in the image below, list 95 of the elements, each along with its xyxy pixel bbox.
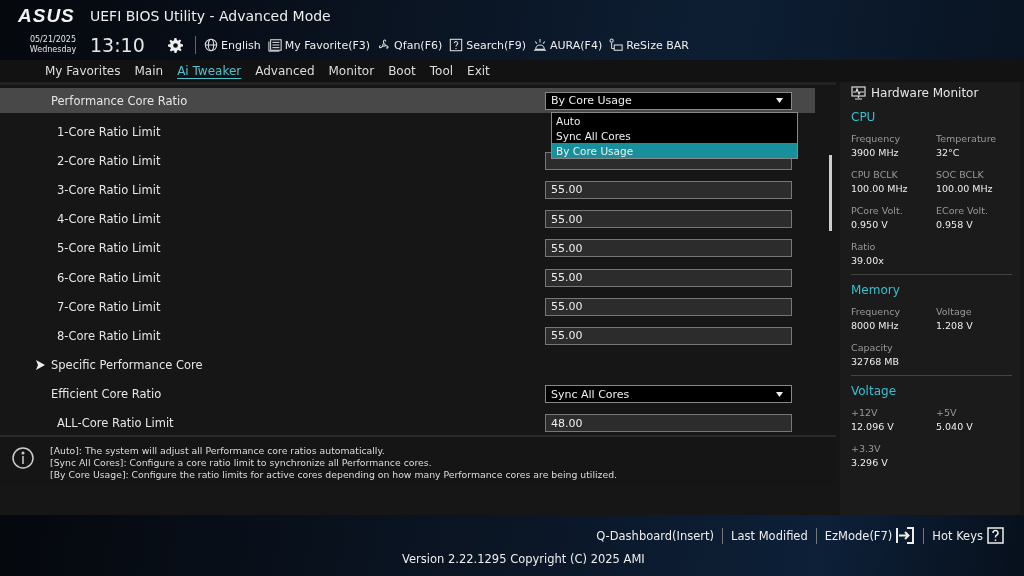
help-text: [Auto]: The system will adjust all Performance core ratios automatically.: [50, 445, 386, 457]
reading-value: 8000 MHz: [851, 319, 900, 333]
reading-label: Ratio: [851, 240, 877, 254]
footer-button[interactable]: Last Modified: [723, 528, 816, 543]
menu-tab[interactable]: Monitor: [321, 62, 382, 80]
arrow-icon: [36, 360, 45, 371]
reading-value: 1.208 V: [936, 319, 974, 333]
menu-tab[interactable]: Boot: [381, 62, 423, 80]
reading-value: 5.040 V: [936, 420, 974, 434]
reading-value: 0.958 V: [936, 218, 974, 232]
reading-label: +3.3V: [851, 442, 882, 456]
list-icon: [267, 38, 282, 52]
reading-value: 39.00x: [851, 254, 885, 268]
dropdown-option[interactable]: Auto: [552, 113, 797, 128]
reading-label: SOC BCLK: [936, 168, 985, 182]
setting-label[interactable]: 8-Core Ratio Limit: [57, 328, 545, 343]
help-text: [Sync All Cores]: Configure a core ratio limit to synchronize all Performance cores.: [50, 457, 433, 469]
weekday: Wednesday: [29, 45, 77, 55]
setting-label[interactable]: Efficient Core Ratio: [51, 387, 545, 402]
section-title: Memory: [851, 283, 901, 297]
globe-icon: [204, 38, 218, 52]
section-title: CPU: [851, 110, 877, 124]
input-field[interactable]: 55.00: [545, 180, 792, 199]
reading-label: PCore Volt.: [851, 204, 904, 218]
logo: ASUS: [18, 5, 72, 27]
footer-button[interactable]: Q-Dashboard(Insert): [588, 528, 723, 543]
settings-icon[interactable]: [168, 37, 183, 53]
dropdown[interactable]: Sync All Cores: [545, 385, 792, 404]
reading-label: Capacity: [851, 341, 894, 355]
setting-label[interactable]: 6-Core Ratio Limit: [57, 270, 545, 285]
reading-value: 32768 MB: [851, 355, 900, 369]
setting-label[interactable]: 1-Core Ratio Limit: [57, 124, 545, 139]
menu-tab[interactable]: My Favorites: [38, 62, 128, 80]
footer-button[interactable]: Hot Keys: [924, 527, 1014, 544]
menu-tab[interactable]: Advanced: [248, 62, 322, 80]
panel-title: Hardware Monitor: [871, 86, 979, 100]
reading-label: CPU BCLK: [851, 168, 899, 182]
reading-value: 0.950 V: [851, 218, 889, 232]
light-icon: [532, 38, 547, 52]
input-field[interactable]: 55.00: [545, 297, 792, 316]
setting-label[interactable]: Performance Core Ratio: [51, 93, 545, 108]
reading-label: Temperature: [936, 132, 998, 146]
dropdown-option[interactable]: Sync All Cores: [552, 128, 797, 143]
reading-label: +5V: [936, 406, 958, 420]
toolbar-button[interactable]: My Favorite(F3): [267, 38, 371, 52]
dropdown[interactable]: By Core Usage: [545, 91, 792, 110]
setting-label[interactable]: 4-Core Ratio Limit: [57, 212, 545, 227]
card-icon: [609, 38, 624, 52]
reading-label: Frequency: [851, 132, 902, 146]
reading-value: 3900 MHz: [851, 146, 900, 160]
window-title: UEFI BIOS Utility - Advanced Mode: [90, 8, 331, 24]
input-field[interactable]: 55.00: [545, 239, 792, 258]
toolbar-button[interactable]: Qfan(F6): [377, 38, 443, 52]
reading-label: Frequency: [851, 305, 902, 319]
menu-tab[interactable]: Exit: [460, 62, 497, 80]
toolbar-button[interactable]: ReSize BAR: [609, 38, 689, 52]
footer-button[interactable]: EzMode(F7): [816, 527, 924, 544]
caret-icon: [776, 98, 783, 103]
setting-label[interactable]: ALL-Core Ratio Limit: [57, 416, 545, 431]
help-icon: [986, 527, 1006, 544]
toolbar-button[interactable]: Search(F9): [449, 38, 526, 52]
reading-value: 100.00 MHz: [936, 182, 994, 196]
reading-value: 32°C: [936, 146, 961, 160]
setting-label[interactable]: Specific Performance Core: [51, 358, 560, 373]
menu-tab[interactable]: Tool: [422, 62, 461, 80]
exit-icon: [895, 527, 916, 544]
setting-label[interactable]: 5-Core Ratio Limit: [57, 241, 545, 256]
monitor-icon: [851, 86, 866, 100]
input-field[interactable]: 55.00: [545, 268, 792, 287]
menu-tab[interactable]: Ai Tweaker: [170, 62, 249, 80]
toolbar-button[interactable]: English: [204, 38, 261, 52]
reading-value: 3.296 V: [851, 456, 889, 470]
fan-icon: [377, 38, 392, 52]
section-title: Voltage: [851, 384, 897, 398]
info-icon: [12, 447, 34, 469]
input-field[interactable]: 55.00: [545, 210, 792, 229]
clock: 13:10: [90, 34, 146, 56]
setting-label[interactable]: 2-Core Ratio Limit: [57, 153, 545, 168]
date: 05/21/2025: [29, 35, 77, 45]
setting-label[interactable]: 7-Core Ratio Limit: [57, 299, 545, 314]
reading-label: Voltage: [936, 305, 973, 319]
version-text: Version 2.22.1295 Copyright (C) 2025 AMI: [402, 552, 645, 566]
help-text: [By Core Usage]: Configure the ratio limits for active cores depending on how many Performance cores are being utilized.: [50, 469, 617, 481]
toolbar-button[interactable]: AURA(F4): [532, 38, 603, 52]
help-icon: [449, 38, 464, 52]
reading-label: +12V: [851, 406, 879, 420]
scrollbar[interactable]: [829, 155, 832, 231]
reading-value: 100.00 MHz: [851, 182, 909, 196]
setting-label[interactable]: 3-Core Ratio Limit: [57, 182, 545, 197]
input-field[interactable]: 48.00: [545, 414, 792, 433]
menu-tab[interactable]: Main: [127, 62, 171, 80]
reading-value: 12.096 V: [851, 420, 895, 434]
caret-icon: [776, 391, 783, 397]
input-field[interactable]: 55.00: [545, 326, 792, 345]
reading-label: ECore Volt.: [936, 204, 989, 218]
